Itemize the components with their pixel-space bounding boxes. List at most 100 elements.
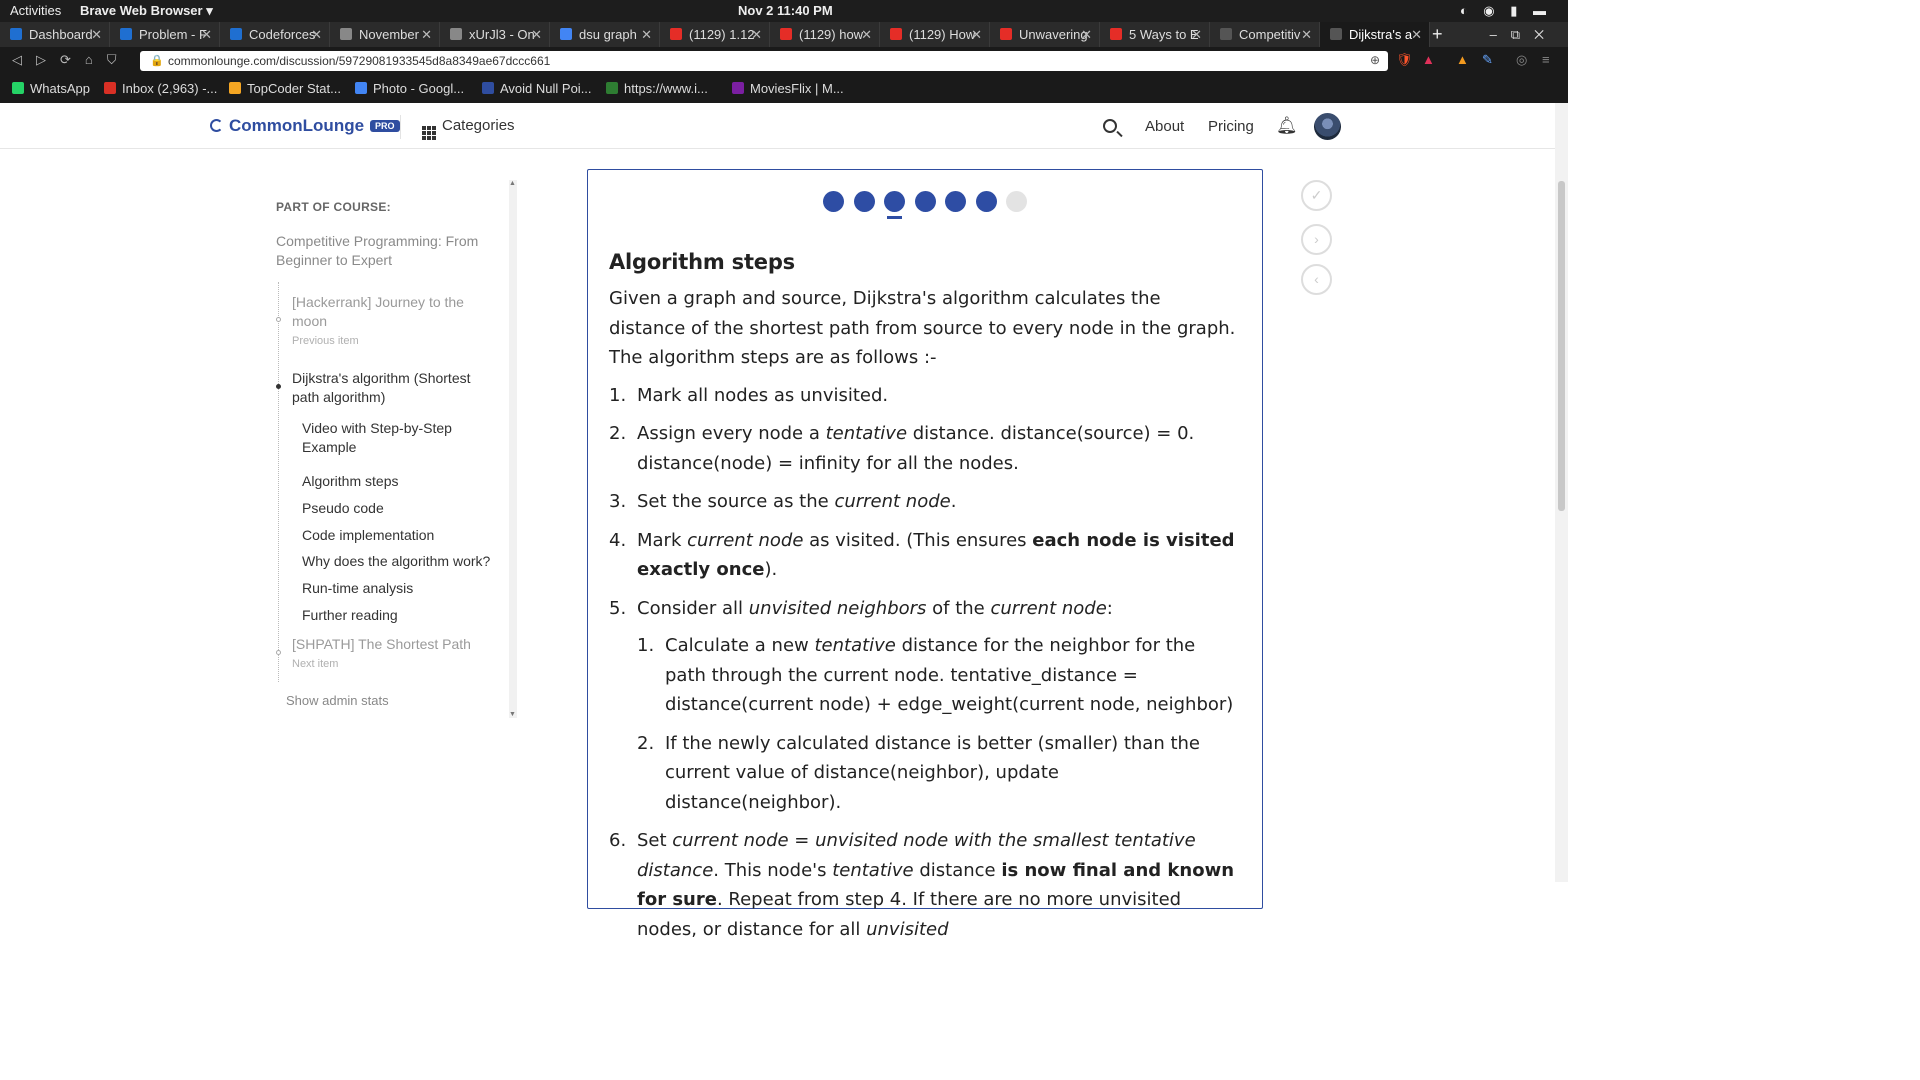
progress-dot[interactable] <box>884 191 905 212</box>
pen-extension-icon[interactable]: ✎ <box>1482 52 1493 68</box>
tab-close-icon[interactable]: ✕ <box>1191 22 1202 47</box>
categories-button[interactable]: Categories <box>422 117 515 140</box>
tab-close-icon[interactable]: ✕ <box>531 22 542 47</box>
clock[interactable]: Nov 2 11:40 PM <box>738 3 833 18</box>
next-item-dot <box>276 650 281 655</box>
tab-label: Dashboard <box>29 27 93 42</box>
categories-label: Categories <box>442 117 515 134</box>
browser-tab[interactable]: Competitiv ✕ <box>1210 22 1320 47</box>
tab-close-icon[interactable]: ✕ <box>1081 22 1092 47</box>
browser-tab[interactable]: Dashboard ✕ <box>0 22 110 47</box>
address-bar[interactable]: 🔒 commonlounge.com/discussion/5972908193… <box>140 51 1388 71</box>
browser-tab[interactable]: Unwavering ✕ <box>990 22 1100 47</box>
tab-favicon-icon <box>230 28 242 40</box>
tab-close-icon[interactable]: ✕ <box>311 22 322 47</box>
bookmark-item[interactable]: Photo - Googl... <box>355 81 464 96</box>
search-icon[interactable] <box>1103 119 1117 133</box>
tab-favicon-icon <box>120 28 132 40</box>
previous-item-link[interactable]: [Hackerrank] Journey to the moon <box>292 293 492 331</box>
sidebar-section-link[interactable]: Why does the algorithm work? <box>302 552 502 571</box>
new-tab-button[interactable]: + <box>1432 22 1443 46</box>
step-item: 3. Set the source as the current node. <box>609 487 1239 517</box>
substep-item: 1. Calculate a new tentative distance for… <box>637 631 1239 720</box>
menu-icon[interactable]: ≡ <box>1542 52 1550 67</box>
bookmark-item[interactable]: TopCoder Stat... <box>229 81 341 96</box>
extension-icon[interactable]: ▲ <box>1456 52 1469 67</box>
scroll-up-arrow-icon[interactable]: ▲ <box>509 180 516 187</box>
brave-rewards-icon[interactable]: ▲ <box>1422 52 1435 67</box>
show-admin-stats-link[interactable]: Show admin stats <box>286 693 389 708</box>
step-text: Mark current node as visited. (This ensu… <box>637 529 1235 581</box>
browser-tab[interactable]: (1129) How ✕ <box>880 22 990 47</box>
browser-tab[interactable]: Dijkstra's a ✕ <box>1320 22 1430 47</box>
bookmark-favicon-icon <box>229 82 241 94</box>
bookmark-favicon-icon <box>12 82 24 94</box>
sidebar-section-link[interactable]: Video with Step-by-Step Example <box>302 419 502 457</box>
url-text[interactable]: commonlounge.com/discussion/597290819335… <box>168 54 550 68</box>
tab-close-icon[interactable]: ✕ <box>971 22 982 47</box>
sidebar-section-link[interactable]: Algorithm steps <box>302 472 502 491</box>
browser-tab[interactable]: (1129) how ✕ <box>770 22 880 47</box>
progress-dot[interactable] <box>914 191 936 212</box>
tab-close-icon[interactable]: ✕ <box>641 22 652 47</box>
sidebar-section-link[interactable]: Run-time analysis <box>302 579 502 598</box>
browser-tab[interactable]: dsu graph ✕ <box>550 22 660 47</box>
notification-bell-icon[interactable]: 🔔︎ <box>1276 116 1298 136</box>
browser-tab[interactable]: 5 Ways to E ✕ <box>1100 22 1210 47</box>
sidebar-section-link[interactable]: Code implementation <box>302 526 502 545</box>
progress-dot[interactable] <box>853 191 875 212</box>
window-controls[interactable]: –⧉✕ <box>1490 22 1558 47</box>
substeps-list: 1. Calculate a new tentative distance for… <box>637 631 1239 817</box>
tab-close-icon[interactable]: ✕ <box>751 22 762 47</box>
sidebar-section-link[interactable]: Pseudo code <box>302 499 502 518</box>
browser-tab[interactable]: xUrJl3 - On ✕ <box>440 22 550 47</box>
next-chevron-icon[interactable]: › <box>1301 224 1332 255</box>
sidebar-timeline <box>278 282 279 682</box>
tab-close-icon[interactable]: ✕ <box>91 22 102 47</box>
tab-close-icon[interactable]: ✕ <box>1301 22 1312 47</box>
tab-close-icon[interactable]: ✕ <box>861 22 872 47</box>
tab-label: (1129) how <box>799 27 864 42</box>
commonlounge-logo[interactable]: CommonLounge PRO <box>210 116 400 136</box>
activities-button[interactable]: Activities <box>10 3 61 18</box>
step-item: 4. Mark current node as visited. (This en… <box>609 526 1239 585</box>
current-item-title[interactable]: Dijkstra's algorithm (Shortest path algo… <box>292 369 492 407</box>
profile-icon[interactable]: ◎ <box>1516 52 1527 68</box>
steps-list: 1. Mark all nodes as unvisited. 2. Assign e… <box>609 381 1239 945</box>
pricing-link[interactable]: Pricing <box>1208 118 1254 135</box>
progress-dot[interactable] <box>945 191 966 212</box>
previous-chevron-icon[interactable]: ‹ <box>1301 264 1332 295</box>
tab-close-icon[interactable]: ✕ <box>201 22 212 47</box>
bookmark-label: WhatsApp <box>30 81 90 96</box>
bookmark-item[interactable]: MoviesFlix | M... <box>732 81 844 96</box>
course-title-link[interactable]: Competitive Programming: From Beginner t… <box>276 232 496 270</box>
progress-dot[interactable] <box>1006 191 1027 212</box>
browser-tab[interactable]: Problem - F ✕ <box>110 22 220 47</box>
page-scrollbar[interactable] <box>1555 103 1568 882</box>
sidebar-scrollbar[interactable]: ▲ ▼ <box>509 180 517 718</box>
sidebar-section-link[interactable]: Further reading <box>302 606 502 625</box>
bookmark-label: Inbox (2,963) -... <box>122 81 218 96</box>
user-avatar[interactable] <box>1314 113 1341 140</box>
browser-tab[interactable]: Codeforces ✕ <box>220 22 330 47</box>
nav-buttons[interactable]: ◁▷⟳⌂⛉ <box>12 52 131 68</box>
progress-dot[interactable] <box>975 191 997 212</box>
scroll-down-arrow-icon[interactable]: ▼ <box>509 711 516 718</box>
browser-tab[interactable]: November ✕ <box>330 22 440 47</box>
brave-shield-icon[interactable]: 🛡 <box>1396 52 1413 68</box>
tab-close-icon[interactable]: ✕ <box>1411 22 1422 47</box>
mark-complete-check-icon[interactable]: ✓ <box>1301 180 1332 211</box>
zoom-icon[interactable]: ⊕ <box>1370 53 1380 67</box>
page-scrollbar-thumb[interactable] <box>1558 181 1565 511</box>
tab-close-icon[interactable]: ✕ <box>421 22 432 47</box>
browser-app-menu[interactable]: Brave Web Browser ▾ <box>80 3 213 19</box>
about-link[interactable]: About <box>1145 118 1184 135</box>
system-tray-icons[interactable]: ◐ ◉ ▮ ▬ <box>1460 3 1552 19</box>
bookmark-item[interactable]: WhatsApp <box>12 81 90 96</box>
bookmark-item[interactable]: Avoid Null Poi... <box>482 81 592 96</box>
bookmark-item[interactable]: https://www.i... <box>606 81 708 96</box>
next-item-link[interactable]: [SHPATH] The Shortest Path <box>292 635 492 654</box>
browser-tab[interactable]: (1129) 1.12 ✕ <box>660 22 770 47</box>
bookmark-item[interactable]: Inbox (2,963) -... <box>104 81 217 96</box>
progress-dot[interactable] <box>823 191 844 212</box>
